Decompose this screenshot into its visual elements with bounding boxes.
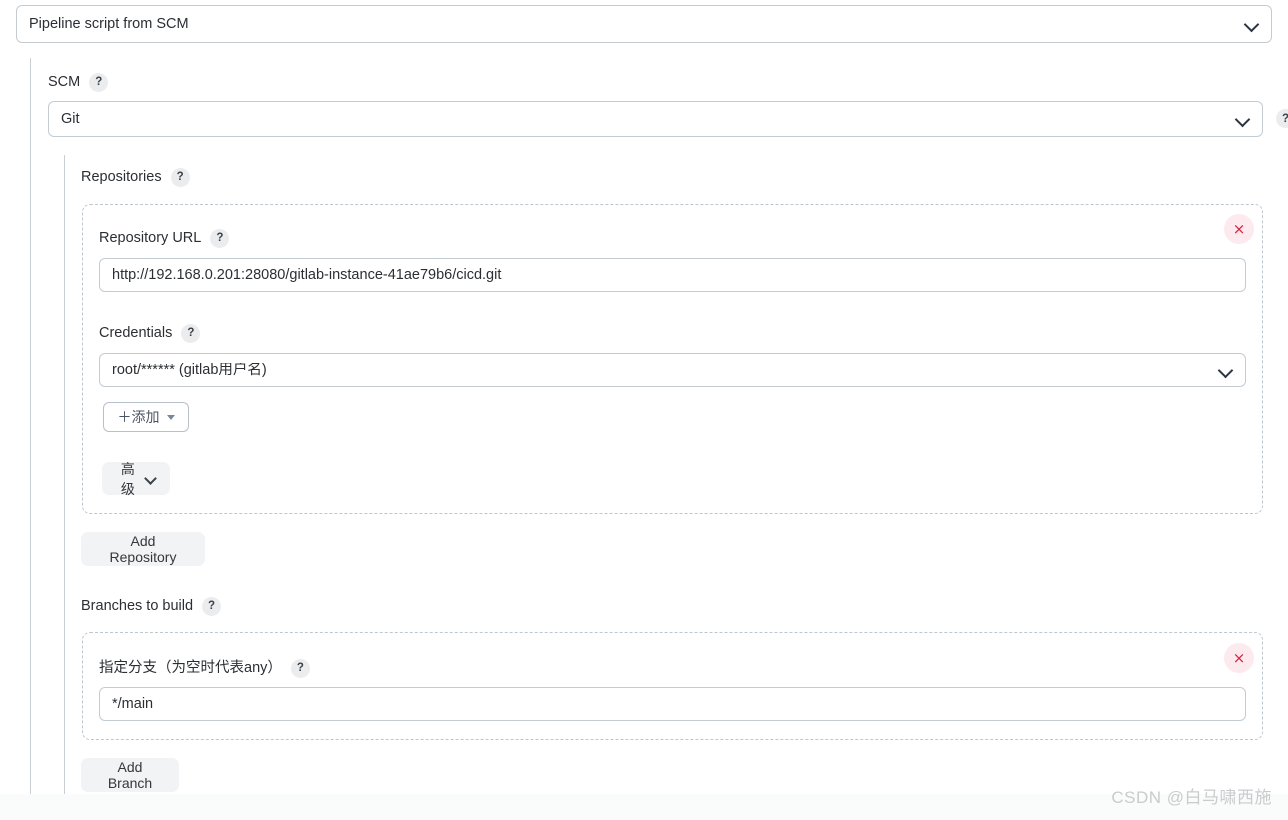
- delete-branch-button[interactable]: ×: [1224, 643, 1254, 673]
- scm-label-text: SCM: [48, 74, 81, 91]
- delete-repository-button[interactable]: ×: [1224, 214, 1254, 244]
- jenkins-pipeline-scm-config: Pipeline script from SCM SCM ? Git ? Rep…: [0, 0, 1288, 820]
- repository-url-help-icon[interactable]: ?: [210, 229, 230, 248]
- chevron-down-icon: [1236, 112, 1250, 126]
- advanced-button[interactable]: 高级: [102, 461, 170, 497]
- branch-spec-label-text: 指定分支（为空时代表any）: [99, 660, 282, 677]
- scm-label: SCM ?: [48, 73, 109, 92]
- repository-url-label-text: Repository URL: [99, 230, 202, 247]
- credentials-select[interactable]: root/****** (gitlab用户名): [99, 353, 1246, 387]
- chevron-down-icon: [1219, 363, 1233, 377]
- repositories-help-icon[interactable]: ?: [170, 168, 190, 187]
- branch-spec-label: 指定分支（为空时代表any） ?: [99, 659, 310, 678]
- credentials-value: root/****** (gitlab用户名): [112, 362, 267, 378]
- branch-spec-value: */main: [112, 696, 154, 712]
- branch-entry-block: [82, 632, 1263, 740]
- repository-url-label: Repository URL ?: [99, 229, 230, 248]
- branches-to-build-label-text: Branches to build: [81, 598, 194, 615]
- chevron-down-icon: [145, 472, 154, 485]
- bottom-band: [0, 794, 1288, 820]
- git-section-rail: [64, 155, 65, 820]
- add-branch-button[interactable]: Add Branch: [81, 758, 179, 792]
- repository-url-input[interactable]: http://192.168.0.201:28080/gitlab-instan…: [99, 258, 1246, 292]
- branches-to-build-label: Branches to build ?: [81, 597, 222, 616]
- chevron-down-icon: [1245, 17, 1259, 31]
- advanced-label: 高级: [120, 460, 135, 497]
- repositories-label-text: Repositories: [81, 169, 162, 186]
- scm-select[interactable]: Git: [48, 101, 1263, 137]
- branches-to-build-help-icon[interactable]: ?: [202, 597, 222, 616]
- repositories-label: Repositories ?: [81, 168, 190, 187]
- branch-spec-input[interactable]: */main: [99, 687, 1246, 721]
- pipeline-definition-select[interactable]: Pipeline script from SCM: [16, 5, 1272, 43]
- caret-down-icon: [166, 414, 175, 420]
- scm-section-rail: [30, 58, 31, 820]
- pipeline-definition-value: Pipeline script from SCM: [29, 16, 189, 32]
- add-credential-button[interactable]: ＋添加: [103, 402, 189, 432]
- scm-select-value: Git: [61, 111, 80, 127]
- close-icon: ×: [1232, 219, 1246, 238]
- credentials-label: Credentials ?: [99, 324, 201, 343]
- credentials-label-text: Credentials: [99, 325, 173, 342]
- close-icon: ×: [1232, 648, 1246, 667]
- scm-help-icon[interactable]: ?: [89, 73, 109, 92]
- watermark: CSDN @白马啸西施: [1111, 788, 1272, 807]
- credentials-help-icon[interactable]: ?: [181, 324, 201, 343]
- add-repository-button[interactable]: Add Repository: [81, 532, 205, 566]
- repository-url-value: http://192.168.0.201:28080/gitlab-instan…: [112, 267, 502, 283]
- scm-edge-help-icon[interactable]: ?: [1276, 109, 1288, 128]
- add-credential-label: ＋添加: [117, 409, 160, 425]
- branch-spec-help-icon[interactable]: ?: [290, 659, 310, 678]
